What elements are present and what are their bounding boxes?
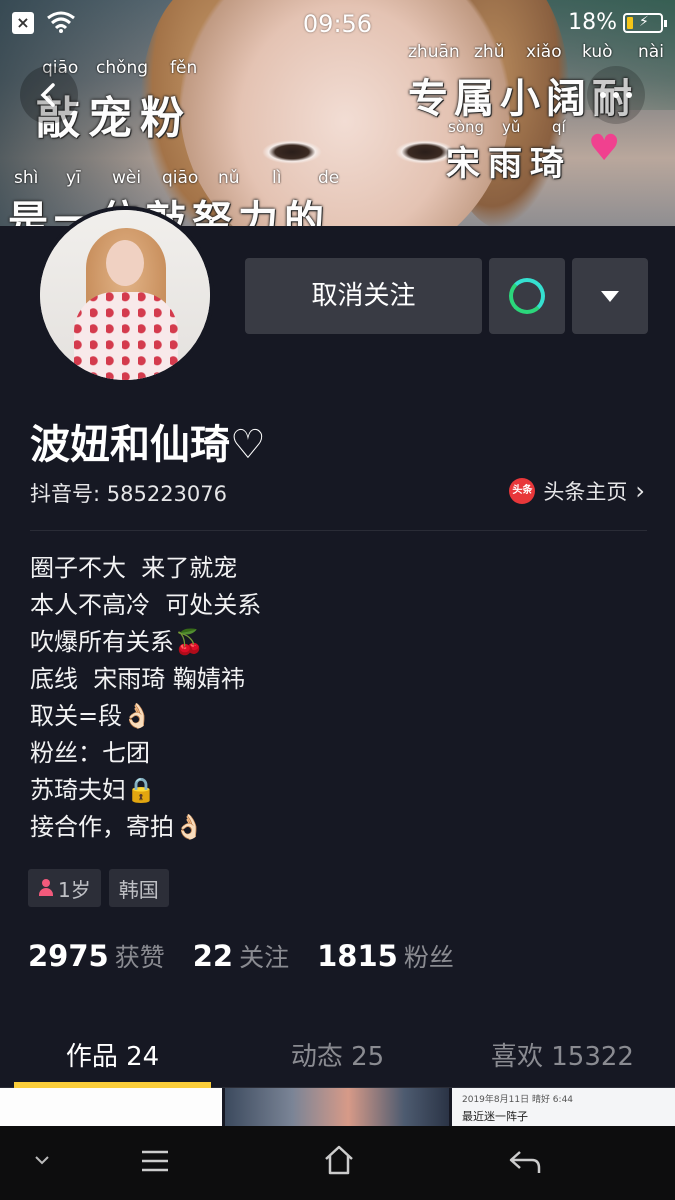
cover-pinyin: lì xyxy=(272,168,282,188)
profile-bio: 圈子不大 来了就宠 本人不高冷 可处关系 吹爆所有关系🍒 底线 宋雨琦 鞠婧祎 … xyxy=(30,550,261,846)
message-button[interactable] xyxy=(489,258,565,334)
cover-pinyin: yī xyxy=(66,168,81,188)
recommend-dropdown-button[interactable] xyxy=(572,258,648,334)
following-label: 关注 xyxy=(239,943,290,972)
battery-percent: 18% xyxy=(568,10,617,35)
bio-line: 底线 宋雨琦 鞠婧祎 xyxy=(30,665,245,693)
cover-pinyin: fěn xyxy=(170,58,198,78)
cover-pinyin: shì xyxy=(14,168,39,188)
heart-icon: ♥ xyxy=(588,128,621,169)
thumbnail-date: 2019年8月11日 晴好 6:44 xyxy=(462,1095,574,1105)
followers-label: 粉丝 xyxy=(403,943,454,972)
more-dot-icon xyxy=(600,92,606,98)
cover-pinyin: qiāo xyxy=(162,168,199,188)
cover-pinyin: qí xyxy=(552,118,566,136)
profile-tags: 1岁 韩国 xyxy=(28,869,169,907)
toutiao-homepage-link[interactable]: 头条 头条主页 › xyxy=(509,476,645,506)
region-text: 韩国 xyxy=(118,877,159,902)
cover-pinyin: sòng xyxy=(448,118,485,136)
unfollow-button[interactable]: 取消关注 xyxy=(245,258,482,334)
douyin-id[interactable]: 抖音号: 585223076 xyxy=(30,478,227,508)
video-thumbnail[interactable] xyxy=(225,1088,449,1126)
bio-line: 吹爆所有关系🍒 xyxy=(30,628,204,656)
divider xyxy=(30,530,647,531)
video-grid: 2019年8月11日 晴好 6:44 最近迷一阵子 xyxy=(0,1088,675,1126)
likes-count: 2975 xyxy=(28,939,109,973)
triangle-down-icon xyxy=(601,291,619,302)
toutiao-label: 头条主页 xyxy=(543,480,628,504)
avatar-shirt xyxy=(74,292,178,380)
female-user-icon xyxy=(38,879,54,897)
bio-line: 苏琦夫妇🔒 xyxy=(30,776,156,804)
bio-line: 取关=段👌🏻 xyxy=(30,702,152,730)
likes-label: 获赞 xyxy=(114,943,165,972)
cover-overlay-text: 宋雨琦 xyxy=(446,144,572,184)
video-thumbnail[interactable]: 2019年8月11日 晴好 6:44 最近迷一阵子 xyxy=(452,1088,675,1126)
toutiao-icon: 头条 xyxy=(509,478,536,504)
region-tag: 韩国 xyxy=(108,869,169,907)
age-tag: 1岁 xyxy=(28,869,101,907)
profile-stats: 2975 获赞 22 关注 1815 粉丝 xyxy=(28,938,482,974)
avatar[interactable] xyxy=(36,206,214,384)
cover-pinyin: de xyxy=(318,168,340,188)
menu-icon[interactable] xyxy=(140,1148,170,1174)
cover-pinyin: nǔ xyxy=(218,168,240,188)
tab-moments[interactable]: 动态 25 xyxy=(225,1036,450,1073)
back-button[interactable] xyxy=(20,66,78,124)
cover-pinyin: chǒng xyxy=(96,58,149,78)
charging-icon: ⚡ xyxy=(639,14,649,30)
age-text: 1岁 xyxy=(58,877,91,902)
chat-bubble-icon xyxy=(509,278,545,314)
more-dot-icon xyxy=(626,92,632,98)
following-count: 22 xyxy=(192,939,234,973)
thumbnail-text: 最近迷一阵子 xyxy=(462,1110,528,1123)
tab-likes[interactable]: 喜欢 15322 xyxy=(450,1036,675,1073)
bio-line: 本人不高冷 可处关系 xyxy=(30,591,262,619)
video-thumbnail[interactable] xyxy=(0,1088,222,1126)
tab-works[interactable]: 作品 24 xyxy=(0,1036,225,1073)
avatar-image xyxy=(40,210,210,380)
battery-icon: ⚡ xyxy=(623,13,667,33)
bio-line: 粉丝：七团 xyxy=(30,739,150,767)
chevron-down-icon[interactable] xyxy=(34,1154,50,1166)
profile-nickname: 波妞和仙琦♡ xyxy=(30,422,266,468)
system-nav-bar xyxy=(0,1126,675,1200)
likes-stat: 2975 获赞 xyxy=(28,938,165,974)
bio-line: 接合作，寄拍👌🏻 xyxy=(30,813,204,841)
followers-count: 1815 xyxy=(317,939,398,973)
home-icon[interactable] xyxy=(323,1144,355,1176)
cover-pinyin: wèi xyxy=(112,168,142,188)
following-stat[interactable]: 22 关注 xyxy=(193,938,289,974)
bio-line: 圈子不大 来了就宠 xyxy=(30,554,238,582)
battery-fill xyxy=(627,17,633,29)
content-tabs: 作品 24 动态 25 喜欢 15322 xyxy=(0,1022,675,1088)
cover-eye-left xyxy=(262,140,322,164)
more-options-button[interactable] xyxy=(587,66,645,124)
avatar-face xyxy=(106,240,144,286)
back-arrow-icon[interactable] xyxy=(508,1148,542,1176)
cover-pinyin: yǔ xyxy=(502,118,521,136)
followers-stat[interactable]: 1815 粉丝 xyxy=(317,938,454,974)
status-bar: × 09:56 18% ⚡ xyxy=(0,0,675,48)
chevron-right-icon: › xyxy=(635,477,645,505)
more-dot-icon xyxy=(613,92,619,98)
chevron-left-icon xyxy=(40,83,55,107)
